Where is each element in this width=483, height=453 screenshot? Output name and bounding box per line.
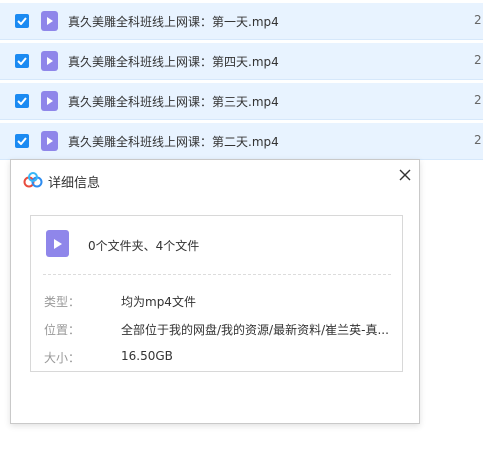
file-row[interactable]: 真久美雕全科班线上网课：第四天.mp4 2 (0, 43, 483, 80)
checkbox[interactable] (15, 94, 29, 108)
file-row[interactable]: 真久美雕全科班线上网课：第二天.mp4 2 (0, 123, 483, 160)
video-file-icon (41, 131, 58, 151)
checkmark-icon (17, 97, 27, 105)
file-name[interactable]: 真久美雕全科班线上网课：第三天.mp4 (68, 93, 279, 110)
details-dialog: 详细信息 0个文件夹、4个文件 类型： 均为mp4文件 位置： 全部位于我的网盘… (10, 159, 420, 424)
file-name[interactable]: 真久美雕全科班线上网课：第一天.mp4 (68, 13, 279, 30)
file-column-value: 2 (474, 53, 482, 67)
video-file-icon (41, 51, 58, 71)
size-value: 16.50GB (121, 349, 173, 363)
dialog-title: 详细信息 (48, 176, 101, 191)
checkmark-icon (17, 137, 27, 145)
divider (43, 274, 391, 275)
checkbox[interactable] (15, 14, 29, 28)
file-name[interactable]: 真久美雕全科班线上网课：第二天.mp4 (68, 133, 279, 150)
location-label: 位置： (44, 323, 81, 337)
selection-summary: 0个文件夹、4个文件 (88, 239, 200, 253)
video-file-icon (46, 230, 69, 257)
video-file-icon (41, 11, 58, 31)
location-value[interactable]: 全部位于我的网盘/我的资源/最新资料/崔兰英-真... (121, 321, 389, 338)
details-card: 0个文件夹、4个文件 类型： 均为mp4文件 位置： 全部位于我的网盘/我的资源… (30, 215, 403, 372)
close-icon[interactable] (397, 167, 413, 183)
size-label: 大小： (44, 351, 81, 365)
checkbox[interactable] (15, 54, 29, 68)
checkmark-icon (17, 17, 27, 25)
file-column-value: 2 (474, 93, 482, 107)
checkmark-icon (17, 57, 27, 65)
type-value: 均为mp4文件 (121, 295, 196, 309)
file-row[interactable]: 真久美雕全科班线上网课：第一天.mp4 2 (0, 3, 483, 40)
checkbox[interactable] (15, 134, 29, 148)
video-file-icon (41, 91, 58, 111)
file-column-value: 2 (474, 13, 482, 27)
file-row[interactable]: 真久美雕全科班线上网课：第三天.mp4 2 (0, 83, 483, 120)
file-name[interactable]: 真久美雕全科班线上网课：第四天.mp4 (68, 53, 279, 70)
file-column-value: 2 (474, 133, 482, 147)
baidu-netdisk-logo-icon (23, 172, 43, 192)
type-label: 类型： (44, 295, 81, 309)
